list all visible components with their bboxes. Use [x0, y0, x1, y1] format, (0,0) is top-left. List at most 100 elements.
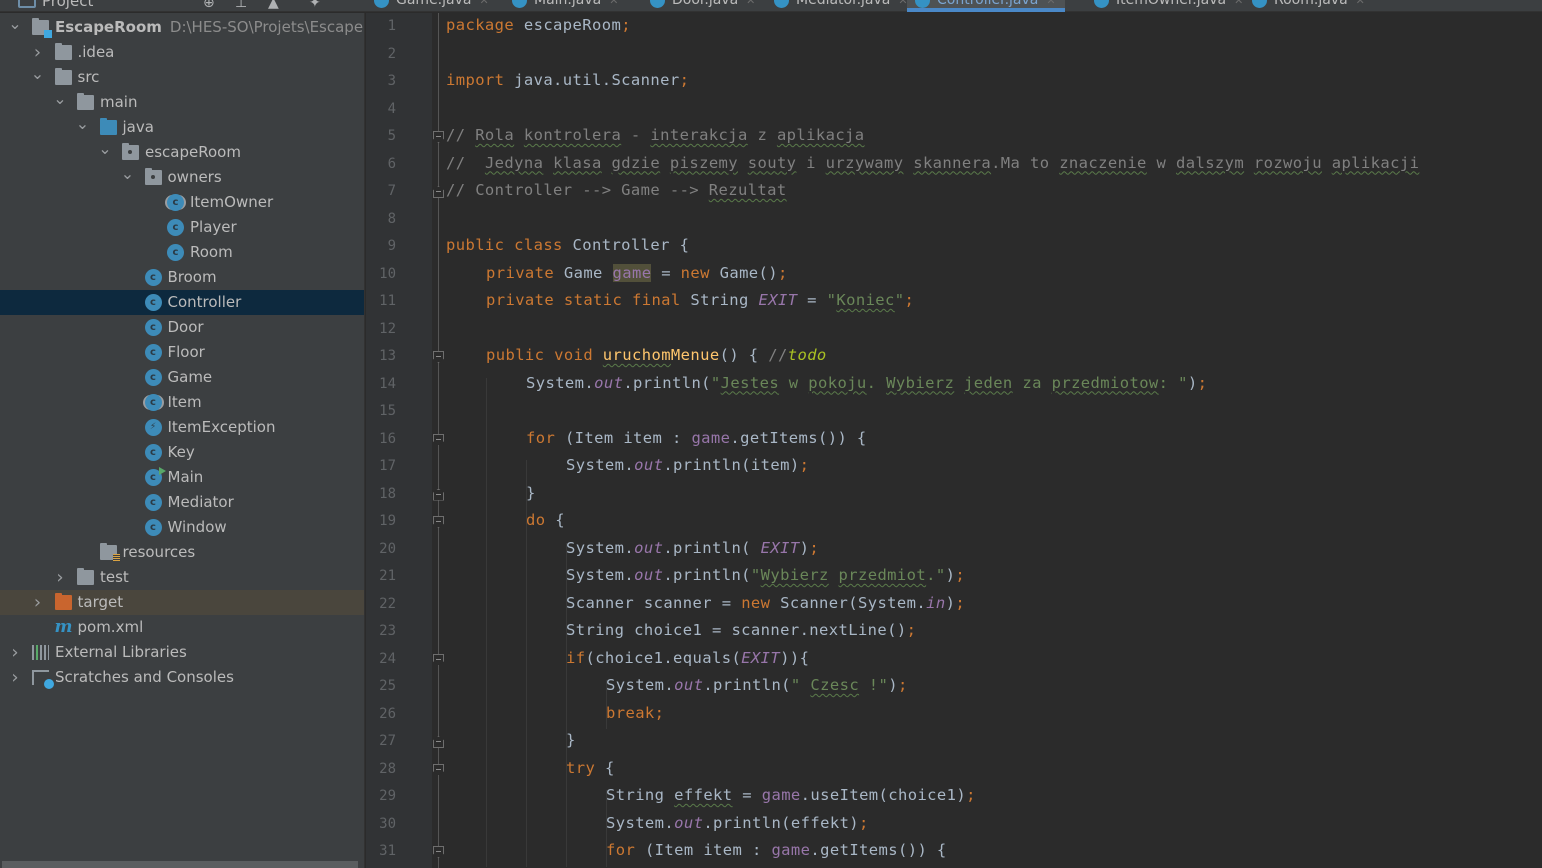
tab-itemowner-java[interactable]: ItemOwner.java ✕: [1086, 0, 1243, 12]
code-line[interactable]: public class Controller {: [446, 236, 689, 254]
code-token: ": [894, 291, 905, 309]
chevron-right-icon[interactable]: ›: [31, 590, 45, 615]
tree-item-resources[interactable]: resources: [0, 540, 364, 565]
fold-collapse-icon[interactable]: [433, 516, 444, 528]
chevron-down-icon[interactable]: ⌄: [31, 61, 45, 86]
close-tab-icon[interactable]: ✕: [1046, 0, 1055, 7]
tree-item-pom-xml[interactable]: m pom.xml: [0, 615, 364, 640]
tree-item-controller[interactable]: c Controller: [0, 290, 364, 315]
code-line[interactable]: Scanner scanner = new Scanner(System.in)…: [566, 594, 965, 612]
fold-collapse-icon[interactable]: [433, 846, 444, 858]
tree-item-floor[interactable]: c Floor: [0, 340, 364, 365]
chevron-down-icon[interactable]: ⌄: [8, 13, 22, 36]
collapse-all-icon[interactable]: ⊥: [235, 0, 247, 10]
code-line[interactable]: System.out.println(effekt);: [606, 814, 869, 832]
code-line[interactable]: String effekt = game.useItem(choice1);: [606, 786, 976, 804]
tab-game-java[interactable]: Game.java ✕: [366, 0, 489, 12]
code-line[interactable]: System.out.println("Wybierz przedmiot.")…: [566, 566, 965, 584]
expand-icon[interactable]: ▲: [268, 0, 279, 10]
tree-item-itemexception[interactable]: ⚡ ItemException: [0, 415, 364, 440]
project-horizontal-scrollbar[interactable]: [2, 861, 358, 868]
code-line[interactable]: break;: [606, 704, 664, 722]
code-line[interactable]: System.out.println(" Czesc !");: [606, 676, 908, 694]
line-number-gutter: 1 2 3 4 5 6 7 8 9 10 11 12 13 14 15 16 17 18 19 20 21 22 23 24 2…: [366, 13, 432, 868]
fold-collapse-icon[interactable]: [433, 131, 444, 143]
code-token: ): [945, 566, 956, 584]
code-line[interactable]: }: [526, 484, 536, 502]
tree-item-item[interactable]: c Item: [0, 390, 364, 415]
code-line[interactable]: // Rola kontrolera - interakcja z aplika…: [446, 126, 865, 144]
fold-collapse-icon[interactable]: [433, 351, 444, 363]
fold-collapse-icon[interactable]: [433, 653, 444, 666]
tree-item-escaperoom[interactable]: ⌄ EscapeRoom D:\HES-SO\Projets\EscapeRoom: [0, 13, 364, 40]
tab-room-java[interactable]: Room.java ✕: [1244, 0, 1365, 12]
tree-item-room[interactable]: c Room: [0, 240, 364, 265]
tree-item-player[interactable]: c Player: [0, 215, 364, 240]
tree-item-door[interactable]: c Door: [0, 315, 364, 340]
code-line[interactable]: String choice1 = scanner.nextLine();: [566, 621, 916, 639]
tree-item-main[interactable]: c Main: [0, 465, 364, 490]
tree-item-broom[interactable]: c Broom: [0, 265, 364, 290]
tree-item-itemowner[interactable]: c ItemOwner: [0, 190, 364, 215]
tab-mediator-java[interactable]: Mediator.java ✕: [766, 0, 908, 12]
code-line[interactable]: public void uruchomMenue() { //todo: [486, 346, 827, 364]
item-name: test: [100, 568, 129, 586]
tree-item-window[interactable]: c Window: [0, 515, 364, 540]
code-line[interactable]: System.out.println( EXIT);: [566, 539, 819, 557]
code-line[interactable]: // Jedyna klasa gdzie piszemy souty i ur…: [446, 154, 1419, 172]
tree-item-target[interactable]: › target: [0, 590, 364, 615]
tree-item-owners[interactable]: ⌄ owners: [0, 164, 364, 190]
code-line[interactable]: private Game game = new Game();: [486, 263, 788, 282]
close-tab-icon[interactable]: ✕: [746, 0, 755, 7]
globe-target-icon[interactable]: ⊕: [203, 0, 215, 10]
code-line[interactable]: import java.util.Scanner;: [446, 71, 689, 89]
code-editor[interactable]: 1 2 3 4 5 6 7 8 9 10 11 12 13 14 15 16 17 18 19 20 21 22 23 24 2…: [366, 13, 1542, 868]
tree-item-java[interactable]: ⌄ java: [0, 114, 364, 140]
close-tab-icon[interactable]: ✕: [609, 0, 618, 7]
chevron-right-icon[interactable]: ›: [8, 640, 22, 665]
chevron-right-icon[interactable]: ›: [8, 665, 22, 690]
fold-end-icon[interactable]: [433, 186, 444, 198]
code-line[interactable]: package escapeRoom;: [446, 16, 631, 34]
code-line[interactable]: do {: [526, 511, 565, 529]
fold-end-icon[interactable]: [433, 488, 444, 501]
code-line[interactable]: System.out.println("Jestes w pokoju. Wyb…: [526, 374, 1207, 392]
fold-collapse-icon[interactable]: [433, 433, 444, 446]
code-line[interactable]: }: [566, 731, 576, 749]
fold-collapse-icon[interactable]: [433, 763, 444, 776]
tree-item-game[interactable]: c Game: [0, 365, 364, 390]
chevron-down-icon[interactable]: ⌄: [98, 136, 112, 161]
tab-door-java[interactable]: Door.java ✕: [642, 0, 755, 12]
tree-item-mediator[interactable]: c Mediator: [0, 490, 364, 515]
tree-item-test[interactable]: › test: [0, 565, 364, 590]
tree-item-escaperoom[interactable]: ⌄ escapeRoom: [0, 139, 364, 165]
code-line[interactable]: try {: [566, 759, 615, 777]
code-line[interactable]: System.out.println(item);: [566, 456, 809, 474]
tree-item-idea[interactable]: › .idea: [0, 40, 364, 65]
tree-item-key[interactable]: c Key: [0, 440, 364, 465]
code-line[interactable]: private static final String EXIT = "Koni…: [486, 291, 914, 309]
chevron-down-icon[interactable]: ⌄: [76, 111, 90, 136]
code-token: ": [750, 566, 761, 584]
close-tab-icon[interactable]: ✕: [479, 0, 488, 7]
folder-icon: [54, 68, 72, 85]
gear-icon[interactable]: ✦: [309, 0, 321, 10]
chevron-right-icon[interactable]: ›: [53, 565, 67, 590]
project-window-icon: [18, 0, 36, 8]
code-line[interactable]: if(choice1.equals(EXIT)){: [566, 649, 809, 667]
tree-item-main[interactable]: ⌄ main: [0, 89, 364, 115]
close-tab-icon[interactable]: ✕: [1356, 0, 1365, 7]
chevron-down-icon[interactable]: ⌄: [121, 161, 135, 186]
fold-end-icon[interactable]: [433, 736, 444, 748]
tab-main-java[interactable]: Main.java ✕: [504, 0, 618, 12]
chevron-down-icon[interactable]: ⌄: [53, 86, 67, 111]
code-line[interactable]: for (Item item : game.getItems()) {: [606, 841, 947, 859]
tab-controller-java[interactable]: Controller.java ✕: [907, 0, 1065, 12]
close-tab-icon[interactable]: ✕: [1234, 0, 1243, 7]
code-line[interactable]: for (Item item : game.getItems()) {: [526, 429, 867, 447]
tree-item-scratches-and-consoles[interactable]: › Scratches and Consoles: [0, 665, 364, 690]
tree-item-external-libraries[interactable]: › External Libraries: [0, 640, 364, 665]
code-token: i: [796, 153, 826, 172]
code-line[interactable]: // Controller --> Game --> Rezultat: [446, 181, 787, 199]
item-name: ItemOwner: [190, 193, 274, 211]
